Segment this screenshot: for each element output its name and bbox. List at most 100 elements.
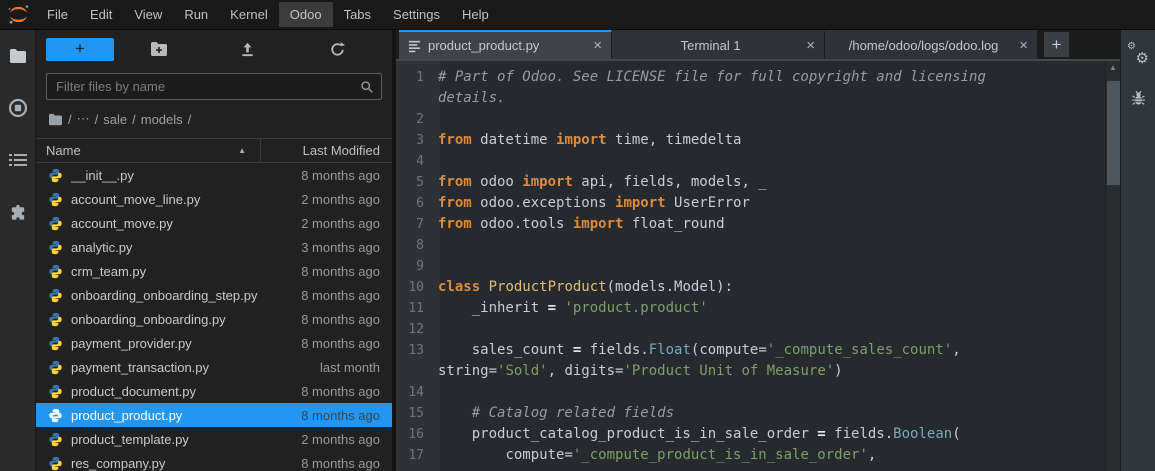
editor-tab[interactable]: /home/odoo/logs/odoo.log× bbox=[825, 30, 1038, 59]
code-editor[interactable]: 1# Part of Odoo. See LICENSE file for fu… bbox=[396, 59, 1120, 471]
code-text[interactable]: _inherit = 'product.product' bbox=[432, 298, 1120, 319]
code-text[interactable]: # Catalog related fields bbox=[432, 403, 1120, 424]
code-token: compute= bbox=[438, 447, 573, 463]
file-row[interactable]: crm_team.py8 months ago bbox=[36, 259, 392, 283]
scrollbar-thumb[interactable] bbox=[1107, 81, 1120, 185]
line-number: 9 bbox=[396, 256, 432, 277]
menu-kernel[interactable]: Kernel bbox=[219, 2, 279, 27]
code-token: UserError bbox=[666, 195, 750, 211]
code-token: (compute= bbox=[691, 342, 767, 358]
new-folder-button[interactable] bbox=[114, 41, 203, 57]
file-name: account_move_line.py bbox=[71, 192, 262, 207]
code-text[interactable]: sales_count = fields.Float(compute='_com… bbox=[432, 340, 1120, 382]
menu-help[interactable]: Help bbox=[451, 2, 500, 27]
sidebar-tab-extensions[interactable] bbox=[0, 192, 36, 232]
python-file-icon bbox=[48, 312, 63, 327]
file-name: payment_transaction.py bbox=[71, 360, 262, 375]
code-token: import bbox=[573, 216, 624, 232]
jupyter-odoo-logo[interactable] bbox=[0, 3, 36, 26]
code-text[interactable]: # Part of Odoo. See LICENSE file for ful… bbox=[432, 67, 1120, 109]
sidebar-tab-table-of-contents[interactable] bbox=[0, 140, 36, 180]
file-row[interactable]: onboarding_onboarding.py8 months ago bbox=[36, 307, 392, 331]
code-token: = bbox=[817, 426, 825, 442]
breadcrumb-item[interactable]: ⋯ bbox=[77, 111, 90, 127]
tab-close-button[interactable]: × bbox=[1019, 37, 1028, 54]
editor-tab[interactable]: product_product.py× bbox=[399, 30, 612, 59]
code-text[interactable] bbox=[432, 151, 1120, 172]
file-row[interactable]: payment_provider.py8 months ago bbox=[36, 331, 392, 355]
new-tab-button[interactable]: + bbox=[1044, 32, 1069, 57]
refresh-button[interactable] bbox=[293, 41, 382, 58]
file-row[interactable]: product_product.py8 months ago bbox=[36, 403, 392, 427]
file-row[interactable]: onboarding_onboarding_step.py8 months ag… bbox=[36, 283, 392, 307]
code-text[interactable]: compute='_compute_product_is_in_sale_ord… bbox=[432, 445, 1120, 466]
line-number: 6 bbox=[396, 193, 432, 214]
code-text[interactable] bbox=[432, 235, 1120, 256]
column-header-modified[interactable]: Last Modified bbox=[260, 139, 392, 162]
code-text[interactable]: class ProductProduct(models.Model): bbox=[432, 277, 1120, 298]
sidebar-tab-property-inspector[interactable]: ⚙⚙ bbox=[1127, 42, 1149, 66]
breadcrumb-item[interactable]: models bbox=[141, 112, 183, 127]
menu-settings[interactable]: Settings bbox=[382, 2, 451, 27]
code-text[interactable]: from odoo import api, fields, models, _ bbox=[432, 172, 1120, 193]
code-token: fields. bbox=[826, 426, 893, 442]
menu-file[interactable]: File bbox=[36, 2, 79, 27]
code-token: 'Sold' bbox=[497, 363, 548, 379]
tab-close-button[interactable]: × bbox=[806, 37, 815, 54]
logo-icon bbox=[7, 3, 30, 26]
tab-close-button[interactable]: × bbox=[593, 37, 602, 54]
code-token: Float bbox=[649, 342, 691, 358]
sidebar-tab-debugger[interactable] bbox=[1130, 90, 1147, 107]
code-token: odoo bbox=[472, 174, 523, 190]
menu-tabs[interactable]: Tabs bbox=[333, 2, 382, 27]
breadcrumb-home[interactable] bbox=[48, 113, 63, 126]
code-token: '_compute_product_is_in_sale_order' bbox=[573, 447, 868, 463]
file-row[interactable]: account_move.py2 months ago bbox=[36, 211, 392, 235]
file-row[interactable]: analytic.py3 months ago bbox=[36, 235, 392, 259]
python-file-icon bbox=[48, 360, 63, 375]
line-number: 1 bbox=[396, 67, 432, 109]
menu-run[interactable]: Run bbox=[173, 2, 219, 27]
line-number: 11 bbox=[396, 298, 432, 319]
line-number: 14 bbox=[396, 382, 432, 403]
file-row[interactable]: __init__.py8 months ago bbox=[36, 163, 392, 187]
code-text[interactable]: from odoo.tools import float_round bbox=[432, 214, 1120, 235]
sidebar-tab-file-browser[interactable] bbox=[0, 36, 36, 76]
filter-files-input[interactable] bbox=[47, 79, 381, 94]
folder-icon bbox=[48, 113, 63, 126]
menu-edit[interactable]: Edit bbox=[79, 2, 123, 27]
code-text[interactable]: from odoo.exceptions import UserError bbox=[432, 193, 1120, 214]
editor-scrollbar[interactable]: ▲ bbox=[1105, 61, 1120, 471]
line-number: 13 bbox=[396, 340, 432, 382]
sidebar-tab-running-kernels[interactable] bbox=[0, 88, 36, 128]
file-row[interactable]: account_move_line.py2 months ago bbox=[36, 187, 392, 211]
line-number: 5 bbox=[396, 172, 432, 193]
code-text[interactable]: from datetime import time, timedelta bbox=[432, 130, 1120, 151]
line-number: 2 bbox=[396, 109, 432, 130]
menu-view[interactable]: View bbox=[123, 2, 173, 27]
code-line: 17 compute='_compute_product_is_in_sale_… bbox=[396, 445, 1120, 466]
breadcrumb-item[interactable]: sale bbox=[103, 112, 127, 127]
line-number: 16 bbox=[396, 424, 432, 445]
code-text[interactable] bbox=[432, 382, 1120, 403]
code-line: 13 sales_count = fields.Float(compute='_… bbox=[396, 340, 1120, 382]
file-modified: 3 months ago bbox=[262, 240, 392, 255]
menu-odoo[interactable]: Odoo bbox=[279, 2, 333, 27]
column-header-name[interactable]: Name ▲ bbox=[36, 143, 260, 158]
code-text[interactable] bbox=[432, 109, 1120, 130]
file-row[interactable]: payment_transaction.pylast month bbox=[36, 355, 392, 379]
file-browser-panel: + /⋯/sale/models/ Name ▲ Last Modified _… bbox=[36, 30, 396, 471]
file-row[interactable]: product_template.py2 months ago bbox=[36, 427, 392, 451]
code-text[interactable] bbox=[432, 256, 1120, 277]
code-text[interactable] bbox=[432, 319, 1120, 340]
file-row[interactable]: res_company.py8 months ago bbox=[36, 451, 392, 471]
new-launcher-button[interactable]: + bbox=[46, 38, 114, 61]
scrollbar-up-arrow[interactable]: ▲ bbox=[1106, 63, 1120, 72]
code-line: 4 bbox=[396, 151, 1120, 172]
upload-button[interactable] bbox=[203, 41, 292, 58]
code-text[interactable]: product_catalog_product_is_in_sale_order… bbox=[432, 424, 1120, 445]
puzzle-icon bbox=[8, 203, 27, 222]
editor-tab[interactable]: Terminal 1× bbox=[612, 30, 825, 59]
file-row[interactable]: product_document.py8 months ago bbox=[36, 379, 392, 403]
line-number: 3 bbox=[396, 130, 432, 151]
